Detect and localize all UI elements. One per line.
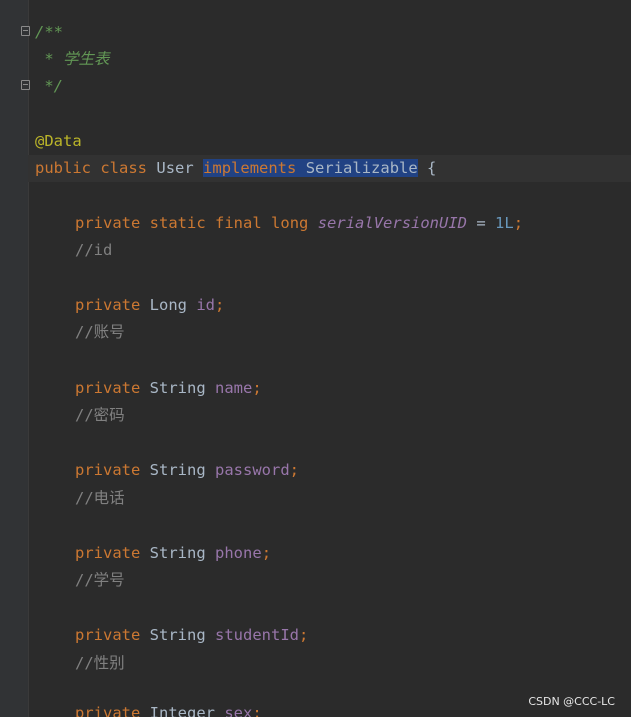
interface-name: Serializable	[305, 159, 418, 177]
keyword-class: class	[100, 159, 148, 177]
line-comment: //性别	[75, 654, 125, 672]
field-type: Integer	[149, 704, 215, 717]
code-line[interactable]: //性别	[75, 650, 125, 677]
code-line[interactable]: private Long id;	[75, 292, 224, 319]
keyword-long: long	[271, 214, 309, 232]
field-type: String	[149, 461, 206, 479]
field-type: Long	[149, 296, 187, 314]
code-line[interactable]: private static final long serialVersionU…	[75, 210, 523, 237]
annotation-data: @Data	[35, 132, 82, 150]
field-name: studentId	[215, 626, 300, 644]
code-line[interactable]: /**	[35, 19, 63, 46]
equals-sign: =	[476, 214, 486, 232]
keyword-implements: implements	[203, 159, 297, 177]
field-name: id	[196, 296, 216, 314]
code-line[interactable]: private Integer sex;	[75, 700, 262, 717]
code-line[interactable]: //账号	[75, 319, 125, 346]
keyword-private: private	[75, 296, 141, 314]
keyword-private: private	[75, 214, 141, 232]
class-declaration-line[interactable]: public class User implements Serializabl…	[35, 155, 436, 182]
semicolon: ;	[252, 379, 262, 397]
line-comment: //账号	[75, 323, 125, 341]
code-line[interactable]: */	[35, 73, 63, 100]
field-type: String	[149, 379, 206, 397]
javadoc-close: */	[35, 77, 63, 95]
line-comment: //密码	[75, 406, 125, 424]
code-line[interactable]: @Data	[35, 128, 82, 155]
field-name: password	[215, 461, 290, 479]
keyword-public: public	[35, 159, 91, 177]
fold-collapse-icon[interactable]	[21, 26, 30, 36]
keyword-private: private	[75, 379, 141, 397]
fold-end-icon[interactable]	[21, 80, 30, 90]
class-name: User	[156, 159, 194, 177]
code-line[interactable]: * 学生表	[35, 46, 110, 73]
line-comment: //id	[75, 241, 113, 259]
code-line[interactable]: private String name;	[75, 375, 262, 402]
code-line[interactable]: private String phone;	[75, 540, 271, 567]
open-brace: {	[427, 159, 437, 177]
selection: implements Serializable	[203, 159, 418, 177]
line-comment: //学号	[75, 571, 125, 589]
code-line[interactable]: //电话	[75, 485, 125, 512]
javadoc-text: * 学生表	[35, 50, 110, 68]
editor-gutter	[0, 0, 29, 717]
field-type: String	[149, 544, 206, 562]
keyword-private: private	[75, 626, 141, 644]
semicolon: ;	[261, 544, 272, 562]
keyword-static: static	[149, 214, 206, 232]
javadoc-open: /**	[35, 23, 63, 41]
code-line[interactable]: //密码	[75, 402, 125, 429]
code-line[interactable]: //id	[75, 237, 112, 264]
keyword-private: private	[75, 461, 141, 479]
watermark: CSDN @CCC-LC	[528, 695, 615, 708]
field-name: sex	[224, 704, 253, 717]
semicolon: ;	[513, 214, 524, 232]
serial-value: 1L	[495, 214, 514, 232]
semicolon: ;	[289, 461, 300, 479]
field-name: name	[215, 379, 253, 397]
serial-version-field: serialVersionUID	[317, 214, 468, 232]
field-name: phone	[215, 544, 262, 562]
line-comment: //电话	[75, 489, 125, 507]
code-line[interactable]: private String studentId;	[75, 622, 308, 649]
semicolon: ;	[299, 626, 309, 644]
semicolon: ;	[215, 296, 225, 314]
keyword-private: private	[75, 544, 141, 562]
semicolon: ;	[252, 704, 262, 717]
code-line[interactable]: //学号	[75, 567, 125, 594]
code-line[interactable]: private String password;	[75, 457, 299, 484]
keyword-private: private	[75, 704, 141, 717]
field-type: String	[149, 626, 206, 644]
keyword-final: final	[215, 214, 262, 232]
